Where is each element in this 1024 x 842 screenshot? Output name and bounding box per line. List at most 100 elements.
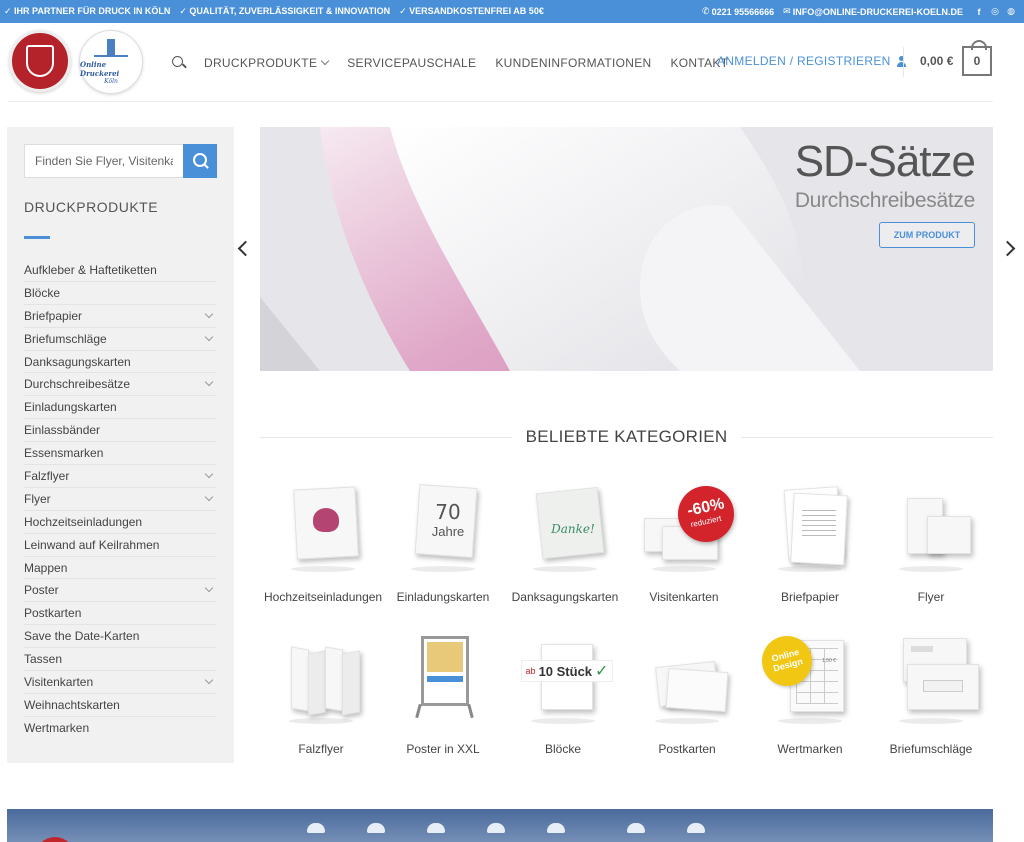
claim-partner: ✓ IHR PARTNER FÜR DRUCK IN KÖLN bbox=[4, 6, 171, 16]
sidebar-item[interactable]: Briefumschläge bbox=[24, 328, 216, 351]
sidebar-item[interactable]: Postkarten bbox=[24, 602, 216, 626]
phone-icon: ✆ bbox=[702, 6, 710, 16]
slider-next-icon[interactable] bbox=[999, 240, 1016, 257]
slider-prev-icon[interactable] bbox=[237, 240, 254, 257]
sidebar: DRUCKPRODUKTE Aufkleber & Haftetiketten B… bbox=[7, 127, 234, 763]
category-postkarten[interactable]: Postkarten bbox=[628, 630, 746, 756]
facebook-icon[interactable]: f bbox=[974, 7, 984, 17]
phone-link[interactable]: ✆ 0221 95566666 bbox=[702, 6, 774, 17]
chevron-down-icon[interactable] bbox=[204, 584, 214, 593]
sidebar-item[interactable]: Einlassbänder bbox=[24, 419, 216, 443]
sidebar-item-label: Briefpapier bbox=[24, 308, 83, 323]
cart-total[interactable]: 0,00 € bbox=[920, 54, 953, 68]
nav-label: DRUCKPRODUKTE bbox=[204, 56, 318, 70]
sidebar-item[interactable]: Tassen bbox=[24, 648, 216, 672]
categories-title: BELIEBTE KATEGORIEN bbox=[525, 427, 728, 446]
category-label: Wertmarken bbox=[777, 742, 843, 756]
chevron-down-icon[interactable] bbox=[204, 378, 214, 387]
sidebar-item-label: Falzflyer bbox=[24, 468, 70, 483]
sidebar-item[interactable]: Visitenkarten bbox=[24, 671, 216, 694]
bottom-banner bbox=[7, 809, 993, 842]
sidebar-item-label: Tassen bbox=[24, 652, 63, 667]
category-falzflyer[interactable]: Falzflyer bbox=[262, 630, 380, 756]
chevron-down-icon[interactable] bbox=[204, 492, 214, 502]
category-briefumschlaege[interactable]: Briefumschläge bbox=[872, 630, 990, 756]
category-label: Falzflyer bbox=[298, 742, 344, 756]
category-danksagungskarten[interactable]: Danke! Danksagungskarten bbox=[506, 478, 624, 604]
heading-line-left bbox=[260, 436, 512, 438]
category-bloecke[interactable]: ab 10 Stück ✓ Blöcke bbox=[504, 630, 622, 756]
sidebar-item[interactable]: Mappen bbox=[24, 557, 216, 580]
nav-druckprodukte[interactable]: DRUCKPRODUKTE bbox=[204, 56, 330, 70]
sidebar-item[interactable]: Flyer bbox=[24, 488, 216, 511]
category-einladungskarten[interactable]: 70 Jahre Einladungskarten bbox=[384, 478, 502, 604]
heading-line-right bbox=[741, 436, 994, 438]
product-button[interactable]: ZUM PRODUKT bbox=[879, 222, 975, 248]
header-divider-line bbox=[8, 101, 993, 102]
poster-stand-image bbox=[393, 630, 493, 730]
sidebar-item[interactable]: Einladungskarten bbox=[24, 396, 216, 420]
title-accent bbox=[24, 236, 50, 239]
category-visitenkarten[interactable]: -60% reduziert Visitenkarten bbox=[625, 478, 743, 604]
nav-kundeninformationen[interactable]: KUNDENINFORMATIONEN bbox=[495, 56, 651, 70]
sidebar-item[interactable]: Poster bbox=[24, 579, 216, 603]
sidebar-item-label: Einladungskarten bbox=[24, 400, 117, 415]
logo-subtext: Köln bbox=[104, 78, 118, 85]
chevron-down-icon[interactable] bbox=[204, 332, 214, 341]
sidebar-item[interactable]: Essensmarken bbox=[24, 442, 216, 466]
chevron-down-icon[interactable] bbox=[204, 469, 214, 479]
login-link[interactable]: ANMELDEN / REGISTRIEREN bbox=[717, 54, 907, 68]
sidebar-item[interactable]: Danksagungskarten bbox=[24, 351, 216, 374]
wedding-card-image bbox=[273, 478, 373, 578]
sidebar-item[interactable]: Hochzeitseinladungen bbox=[24, 511, 216, 534]
category-wertmarken[interactable]: 1,50 € Online Design Wertmarken bbox=[751, 630, 869, 756]
sidebar-item[interactable]: Save the Date-Karten bbox=[24, 625, 216, 649]
sidebar-item-label: Briefumschläge bbox=[24, 331, 107, 346]
sidebar-item[interactable]: Leinwand auf Keilrahmen bbox=[24, 534, 216, 557]
logo-text: Online Druckerei bbox=[80, 60, 120, 78]
sidebar-item[interactable]: Aufkleber & Haftetiketten bbox=[24, 259, 216, 282]
sidebar-item[interactable]: Blöcke bbox=[24, 282, 216, 305]
chevron-down-icon bbox=[321, 56, 330, 66]
email-link[interactable]: ✉ INFO@ONLINE-DRUCKEREI-KOELN.DE bbox=[783, 6, 963, 17]
claim-shipping: ✓ VERSANDKOSTENFREI AB 50€ bbox=[399, 6, 544, 16]
email-address: INFO@ONLINE-DRUCKEREI-KOELN.DE bbox=[792, 6, 963, 17]
category-briefpapier[interactable]: Briefpapier bbox=[751, 478, 869, 604]
sidebar-item[interactable]: Wertmarken bbox=[24, 717, 216, 740]
category-poster[interactable]: Poster in XXL bbox=[384, 630, 502, 756]
folded-flyer-image bbox=[271, 630, 371, 730]
category-list: Aufkleber & Haftetiketten Blöcke Briefpapi… bbox=[24, 259, 216, 740]
banner-logo bbox=[35, 837, 75, 842]
letterhead-image bbox=[760, 478, 860, 578]
chevron-down-icon[interactable] bbox=[204, 675, 214, 685]
brand-logo[interactable]: Online Druckerei Köln bbox=[79, 30, 143, 94]
top-info-bar: ✓ IHR PARTNER FÜR DRUCK IN KÖLN ✓ QUALIT… bbox=[0, 0, 1024, 23]
search-input[interactable] bbox=[24, 144, 183, 178]
search-button[interactable] bbox=[183, 144, 217, 178]
instagram-icon[interactable]: ◎ bbox=[990, 6, 1000, 17]
brand-logo-seal[interactable] bbox=[9, 30, 71, 92]
nav-servicepauschale[interactable]: SERVICEPAUSCHALE bbox=[347, 56, 476, 70]
envelope-image bbox=[881, 630, 981, 730]
claim-quality: ✓ QUALITÄT, ZUVERLÄSSIGKEIT & INNOVATION bbox=[179, 6, 391, 16]
category-hochzeitseinladungen[interactable]: Hochzeitseinladungen bbox=[264, 478, 382, 604]
sidebar-item-label: Visitenkarten bbox=[24, 674, 94, 689]
category-label: Poster in XXL bbox=[406, 742, 480, 756]
sidebar-item[interactable]: Briefpapier bbox=[24, 305, 216, 328]
sidebar-item[interactable]: Durchschreibesätze bbox=[24, 373, 216, 397]
category-label: Visitenkarten bbox=[649, 590, 719, 604]
phone-number: 0221 95566666 bbox=[711, 6, 775, 17]
search-icon[interactable] bbox=[170, 54, 188, 72]
sidebar-item[interactable]: Falzflyer bbox=[24, 465, 216, 488]
chevron-down-icon[interactable] bbox=[204, 309, 214, 318]
sidebar-item[interactable]: Weihnachtskarten bbox=[24, 694, 216, 717]
category-flyer[interactable]: Flyer bbox=[872, 478, 990, 604]
cart-count: 0 bbox=[973, 54, 981, 68]
hero-slider: SD-Sätze Durchschreibesätze ZUM PRODUKT bbox=[260, 127, 993, 371]
globe-icon[interactable]: ◍ bbox=[1006, 6, 1016, 17]
category-label: Einladungskarten bbox=[396, 590, 490, 604]
sidebar-item-label: Flyer bbox=[24, 491, 51, 506]
flyer-image bbox=[881, 478, 981, 578]
sidebar-item-label: Mappen bbox=[24, 560, 68, 575]
cart-icon[interactable]: 0 bbox=[962, 40, 992, 76]
